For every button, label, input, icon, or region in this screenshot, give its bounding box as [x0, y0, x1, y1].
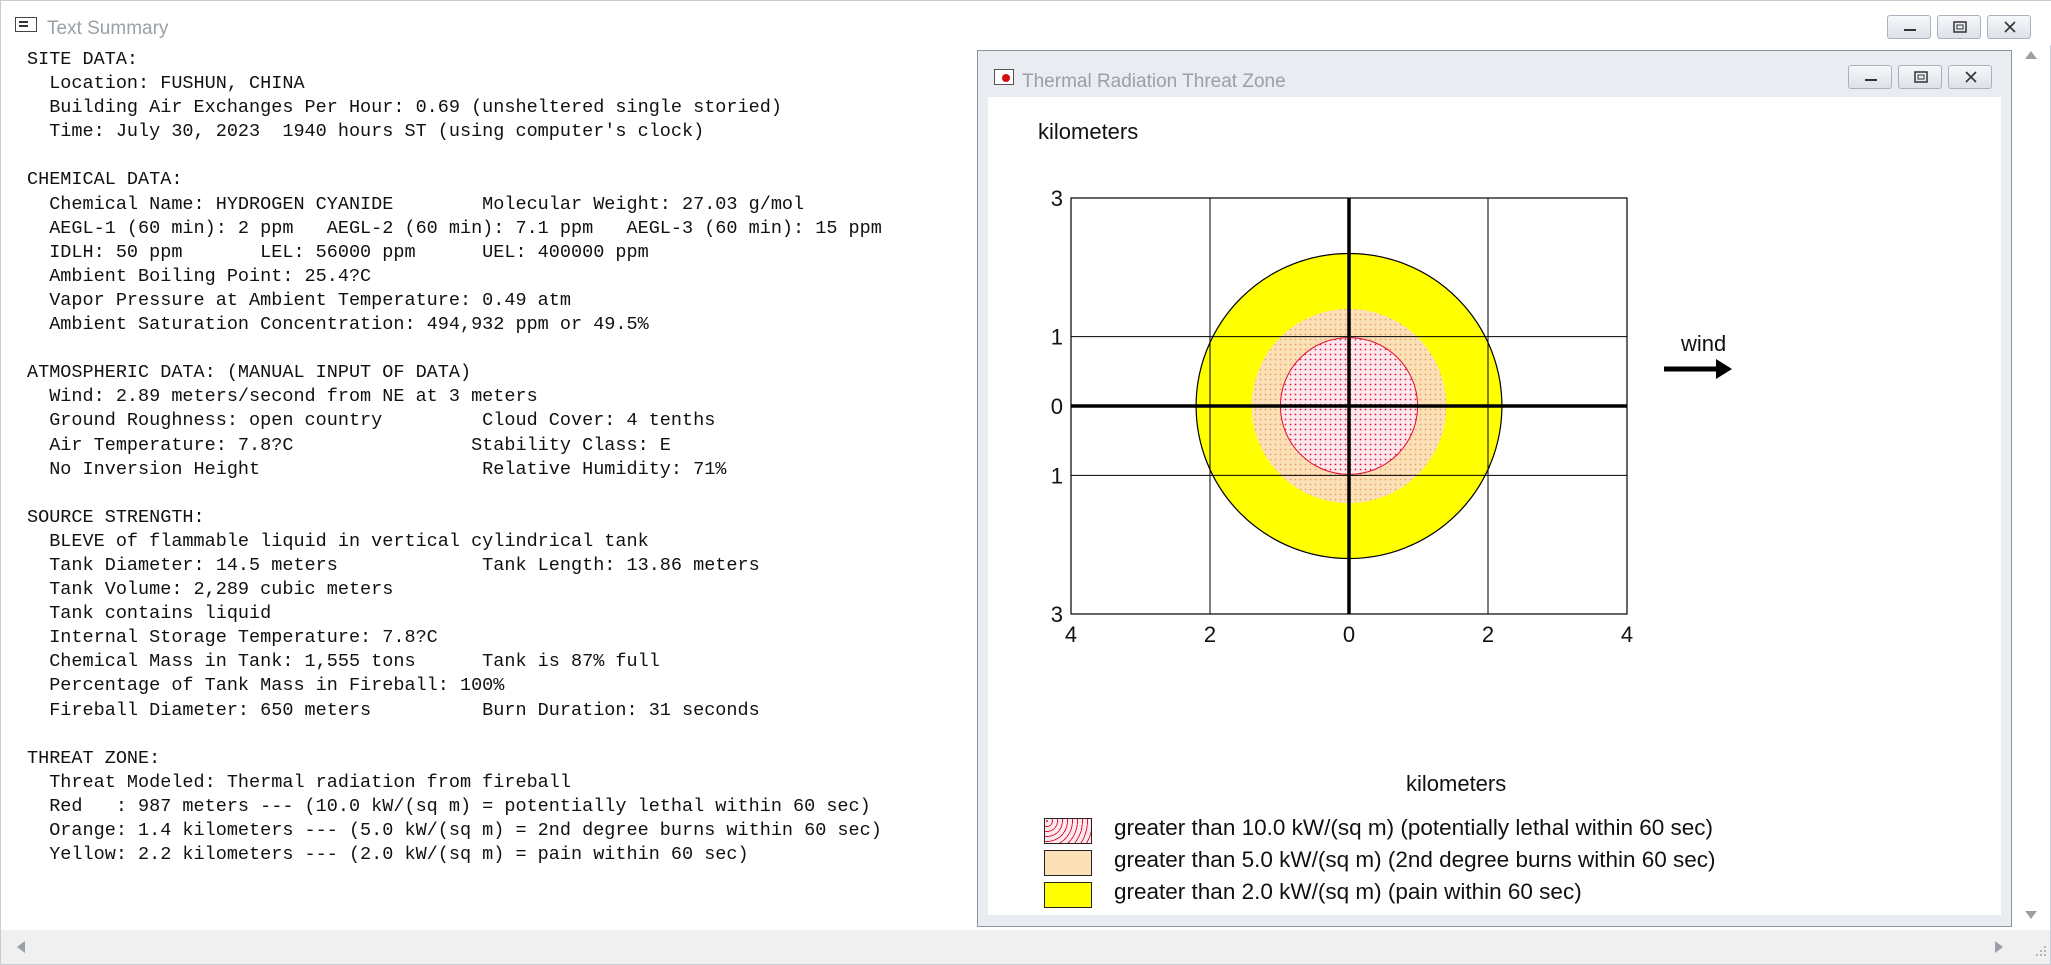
vertical-scrollbar[interactable] — [2012, 45, 2050, 930]
threat-zone-plot-area: kilometers 4202431013 kilometers wind gr… — [988, 97, 2001, 915]
text-summary-app-icon — [15, 17, 37, 32]
summary-line: Wind: 2.89 meters/second from NE at 3 me… — [27, 386, 538, 408]
summary-line: Ground Roughness: open country Cloud Cov… — [27, 410, 716, 432]
summary-line: Internal Storage Temperature: 7.8?C — [27, 627, 438, 649]
minimize-icon — [1865, 79, 1877, 81]
summary-line — [27, 144, 977, 168]
close-icon — [2004, 21, 2016, 33]
inner-close-button[interactable] — [1948, 65, 1992, 89]
x-tick-label: 4 — [1621, 622, 1633, 647]
legend-item-orange: greater than 5.0 kW/(sq m) (2nd degree b… — [1044, 847, 1844, 876]
summary-line: Yellow: 2.2 kilometers --- (2.0 kW/(sq m… — [27, 844, 749, 866]
summary-line: AEGL-1 (60 min): 2 ppm AEGL-2 (60 min): … — [27, 217, 882, 239]
summary-line: Building Air Exchanges Per Hour: 0.69 (u… — [27, 97, 782, 119]
summary-line: Threat Modeled: Thermal radiation from f… — [27, 771, 571, 793]
maximize-button[interactable] — [1937, 15, 1981, 39]
summary-line — [27, 482, 977, 506]
summary-line: SITE DATA: — [27, 49, 139, 70]
summary-line — [27, 723, 977, 747]
summary-line: Orange: 1.4 kilometers --- (5.0 kW/(sq m… — [27, 820, 882, 841]
maximize-icon — [1914, 71, 1928, 83]
thermal-radiation-title: Thermal Radiation Threat Zone — [1022, 71, 1286, 92]
summary-line: IDLH: 50 ppm LEL: 56000 ppm UEL: 400000 … — [27, 241, 649, 263]
summary-line: SOURCE STRENGTH: — [27, 506, 205, 528]
minimize-icon — [1904, 29, 1916, 31]
threat-zone-app-icon — [994, 69, 1014, 85]
close-icon — [1965, 71, 1977, 83]
summary-line: Time: July 30, 2023 1940 hours ST (using… — [27, 121, 705, 143]
legend-swatch-orange — [1044, 850, 1092, 876]
summary-line: Fireball Diameter: 650 meters Burn Durat… — [27, 699, 760, 721]
summary-line: Tank Diameter: 14.5 meters Tank Length: … — [27, 554, 760, 576]
summary-line: Air Temperature: 7.8?C Stability Class: … — [27, 434, 671, 456]
x-tick-label: 0 — [1343, 622, 1355, 647]
summary-line: ATMOSPHERIC DATA: (MANUAL INPUT OF DATA) — [27, 362, 472, 384]
summary-line: Ambient Saturation Concentration: 494,93… — [27, 314, 649, 336]
legend-item-yellow: greater than 2.0 kW/(sq m) (pain within … — [1044, 879, 1844, 908]
legend-item-red: greater than 10.0 kW/(sq m) (potentially… — [1044, 815, 1844, 844]
scroll-up-arrow-icon[interactable] — [2025, 51, 2037, 59]
summary-line: Chemical Mass in Tank: 1,555 tons Tank i… — [27, 651, 660, 673]
summary-line: Vapor Pressure at Ambient Temperature: 0… — [27, 289, 571, 311]
summary-line: Ambient Boiling Point: 25.4?C — [27, 265, 372, 287]
inner-minimize-button[interactable] — [1848, 65, 1892, 89]
y-axis-title: kilometers — [1038, 119, 1138, 144]
summary-line: Tank contains liquid — [27, 603, 272, 625]
text-summary-titlebar[interactable]: Text Summary — [1, 1, 2051, 45]
legend-label-red: greater than 10.0 kW/(sq m) (potentially… — [1114, 815, 1714, 840]
legend-label-orange: greater than 5.0 kW/(sq m) (2nd degree b… — [1114, 847, 1716, 872]
scroll-right-arrow-icon[interactable] — [1995, 941, 2003, 953]
horizontal-scrollbar[interactable] — [1, 930, 2050, 964]
close-button[interactable] — [1987, 15, 2031, 39]
y-tick-label: 3 — [1051, 602, 1063, 627]
text-summary-window: Text Summary SITE DATA: Location: FUSHUN… — [0, 0, 2051, 965]
summary-line: Percentage of Tank Mass in Fireball: 100… — [27, 675, 505, 697]
summary-line: Red : 987 meters --- (10.0 kW/(sq m) = p… — [27, 795, 871, 817]
summary-line: CHEMICAL DATA: — [27, 169, 183, 191]
summary-line: No Inversion Height Relative Humidity: 7… — [27, 458, 727, 480]
legend-swatch-yellow — [1044, 882, 1092, 908]
y-tick-label: 0 — [1051, 394, 1063, 419]
y-tick-label: 1 — [1051, 325, 1063, 350]
wind-label: wind — [1680, 331, 1726, 356]
x-tick-label: 2 — [1204, 622, 1216, 647]
thermal-radiation-titlebar[interactable]: Thermal Radiation Threat Zone — [978, 51, 2011, 95]
summary-line: THREAT ZONE: — [27, 747, 161, 769]
inner-maximize-button[interactable] — [1898, 65, 1942, 89]
summary-line: Location: FUSHUN, CHINA — [27, 73, 305, 95]
text-summary-title: Text Summary — [47, 18, 169, 39]
summary-line: Tank Volume: 2,289 cubic meters — [27, 579, 394, 601]
thermal-radiation-window: Thermal Radiation Threat Zone kilometers… — [977, 50, 2012, 927]
x-axis-title: kilometers — [1406, 771, 1506, 796]
minimize-button[interactable] — [1887, 15, 1931, 39]
scroll-down-arrow-icon[interactable] — [2025, 911, 2037, 919]
summary-line — [27, 337, 977, 361]
wind-arrow-icon — [1664, 359, 1732, 379]
resize-grip-icon[interactable] — [2036, 946, 2046, 956]
x-tick-label: 4 — [1065, 622, 1077, 647]
y-tick-label: 1 — [1051, 463, 1063, 488]
x-tick-label: 2 — [1482, 622, 1494, 647]
legend-swatch-red — [1044, 818, 1092, 844]
summary-line: Chemical Name: HYDROGEN CYANIDE Molecula… — [27, 193, 805, 215]
text-summary-content: SITE DATA: Location: FUSHUN, CHINA Build… — [27, 48, 977, 867]
scroll-left-arrow-icon[interactable] — [17, 941, 25, 953]
threat-zone-chart: kilometers 4 2 0 2 431013 kilometers wind — [1038, 119, 1732, 796]
y-tick-label: 3 — [1051, 186, 1063, 211]
maximize-icon — [1953, 21, 1967, 33]
legend-label-yellow: greater than 2.0 kW/(sq m) (pain within … — [1114, 879, 1582, 904]
summary-line: BLEVE of flammable liquid in vertical cy… — [27, 530, 649, 552]
